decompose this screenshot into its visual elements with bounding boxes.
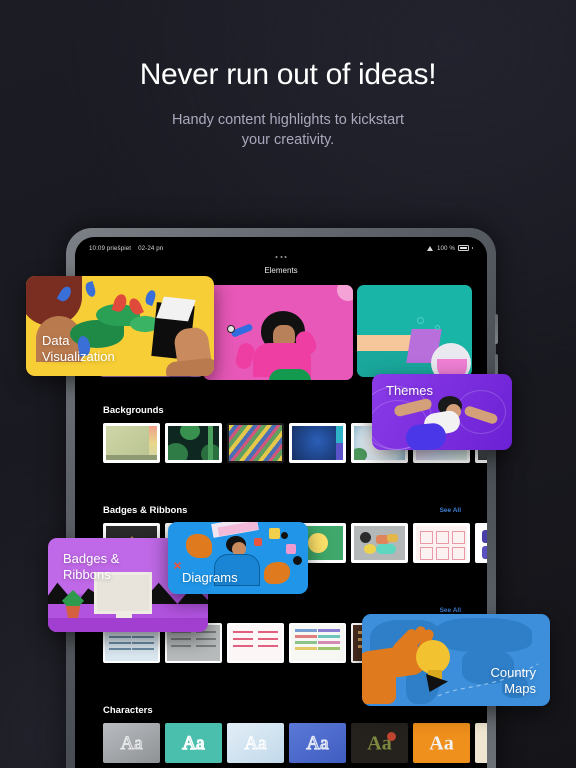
- battery-tip: [472, 246, 473, 250]
- battery-percent: 100 %: [436, 244, 455, 252]
- carousel-card-2[interactable]: [203, 285, 353, 380]
- thumbnail-char-aa-orange[interactable]: Aa: [413, 723, 470, 763]
- section-title-badges: Badges & Ribbons: [103, 505, 188, 516]
- promo-card-label-diagrams: Diagrams: [182, 570, 238, 586]
- see-all-tables[interactable]: See All: [440, 607, 461, 614]
- thumbnail-table-color-legend[interactable]: [289, 623, 346, 663]
- promo-card-diagrams[interactable]: Diagrams: [168, 522, 308, 594]
- thumbnail-char-aa-teal[interactable]: Aa: [165, 723, 222, 763]
- carousel-card-3[interactable]: [357, 285, 472, 377]
- thumbnail-char-aa-floral[interactable]: Aa: [351, 723, 408, 763]
- thumbnail-row-characters[interactable]: Aa Aa Aa Aa Aa Aa AA: [103, 723, 487, 763]
- promo-card-label-badges-ribbons: Badges & Ribbons: [63, 551, 120, 582]
- thumbnail-char-aa-cream[interactable]: AA: [475, 723, 487, 763]
- page-title: Never run out of ideas!: [139, 58, 437, 91]
- thumbnail-table-pink-rows[interactable]: [227, 623, 284, 663]
- page-subtitle-line2: your creativity.: [241, 132, 335, 149]
- status-date: 02-24 pn: [138, 244, 164, 252]
- thumbnail-badge-avatar-grid[interactable]: [475, 523, 487, 563]
- hero-header: Never run out of ideas! Handy content hi…: [0, 58, 576, 151]
- promo-card-label-data-visualization: Data Visualization: [42, 333, 115, 365]
- more-dots-icon[interactable]: [275, 256, 287, 258]
- thumbnail-bg-navy-stars[interactable]: [289, 423, 346, 463]
- thumbnail-badge-pink-grid[interactable]: [413, 523, 470, 563]
- wifi-icon: [426, 245, 434, 251]
- thumbnail-bg-chevron-pattern[interactable]: [227, 423, 284, 463]
- thumbnail-bg-monstera-dark[interactable]: [165, 423, 222, 463]
- section-title-backgrounds: Backgrounds: [103, 405, 164, 416]
- thumbnail-char-aa-blue[interactable]: Aa: [289, 723, 346, 763]
- status-time: 10:09 priešpiet: [89, 244, 132, 252]
- page-subtitle-line1: Handy content highlights to kickstart: [171, 111, 405, 128]
- thumbnail-badge-gray-stickers[interactable]: [351, 523, 408, 563]
- volume-up-button[interactable]: [495, 314, 498, 344]
- promo-card-country-maps[interactable]: Country Maps: [362, 614, 550, 706]
- promo-card-label-country-maps: Country Maps: [490, 665, 536, 697]
- section-title-characters: Characters: [103, 705, 153, 716]
- page-subtitle: Handy content highlights to kickstart yo…: [0, 110, 576, 151]
- promo-card-label-themes: Themes: [386, 383, 433, 398]
- screen-title: Elements: [264, 266, 298, 275]
- promo-card-themes[interactable]: Themes: [372, 374, 512, 450]
- thumbnail-char-aa-gray[interactable]: Aa: [103, 723, 160, 763]
- thumbnail-char-aa-sky[interactable]: Aa: [227, 723, 284, 763]
- see-all-badges[interactable]: See All: [440, 507, 461, 514]
- promo-card-data-visualization[interactable]: Data Visualization: [26, 276, 214, 376]
- thumbnail-bg-palm-olive[interactable]: [103, 423, 160, 463]
- battery-icon: [458, 245, 469, 251]
